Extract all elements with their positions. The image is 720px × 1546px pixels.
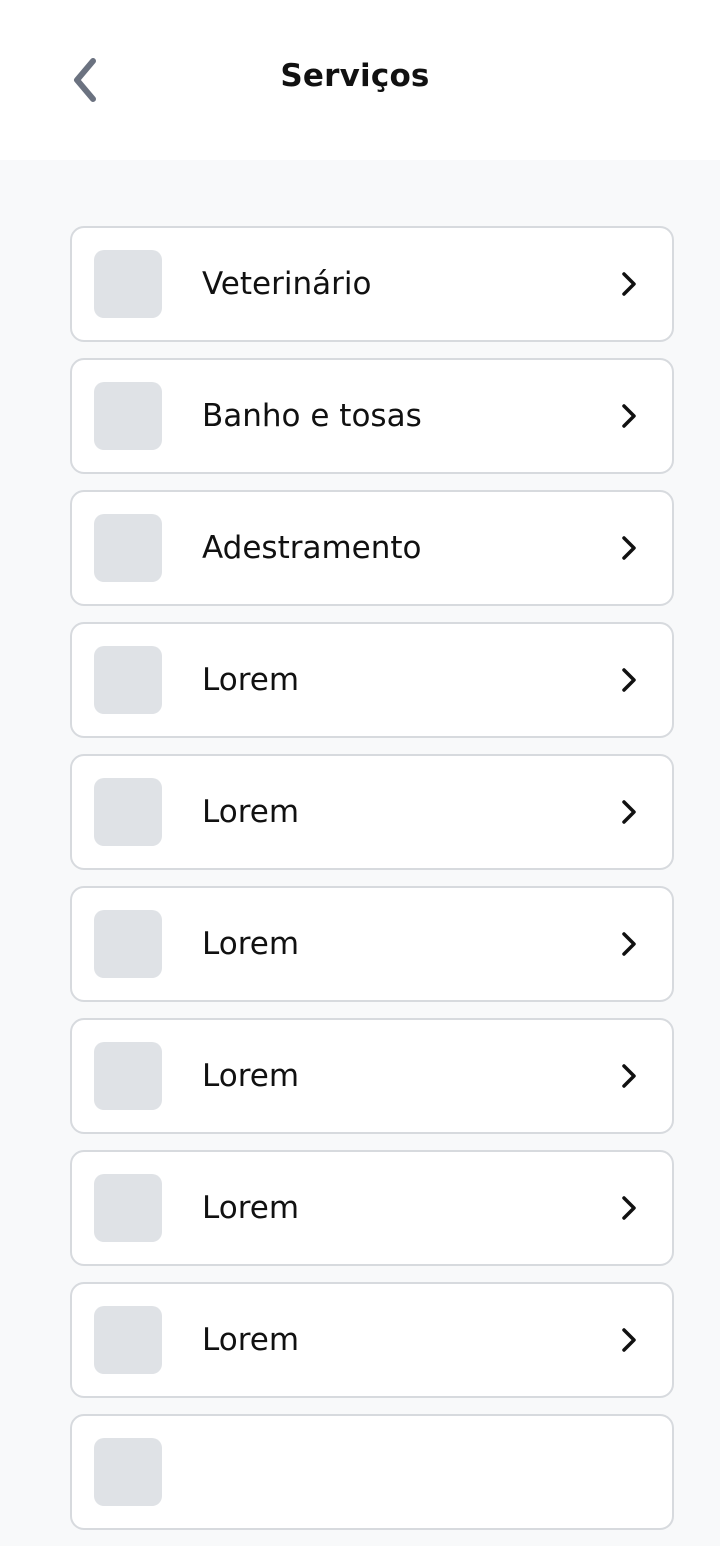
page-title: Serviços: [280, 58, 430, 94]
service-label: Lorem: [202, 1322, 300, 1358]
service-thumbnail: [94, 1042, 162, 1110]
chevron-right-icon: [616, 1325, 642, 1355]
service-label: Veterinário: [202, 266, 372, 302]
service-thumbnail: [94, 514, 162, 582]
service-item-veterinario[interactable]: Veterinário: [70, 226, 674, 342]
chevron-right-icon: [616, 1193, 642, 1223]
services-list: Veterinário Banho e tosas Adestramento L…: [70, 226, 674, 1546]
app-header: Serviços: [0, 0, 720, 160]
service-thumbnail: [94, 910, 162, 978]
service-item-adestramento[interactable]: Adestramento: [70, 490, 674, 606]
service-item-lorem[interactable]: Lorem: [70, 754, 674, 870]
service-thumbnail: [94, 250, 162, 318]
service-item-partial[interactable]: [70, 1414, 674, 1530]
chevron-right-icon: [616, 401, 642, 431]
chevron-right-icon: [616, 929, 642, 959]
chevron-right-icon: [616, 533, 642, 563]
service-item-lorem[interactable]: Lorem: [70, 1018, 674, 1134]
chevron-right-icon: [616, 797, 642, 827]
service-thumbnail: [94, 646, 162, 714]
service-thumbnail: [94, 778, 162, 846]
service-item-lorem[interactable]: Lorem: [70, 1150, 674, 1266]
service-label: Lorem: [202, 1190, 300, 1226]
service-thumbnail: [94, 382, 162, 450]
service-item-banho-e-tosas[interactable]: Banho e tosas: [70, 358, 674, 474]
service-label: Lorem: [202, 662, 300, 698]
service-label: Lorem: [202, 1058, 300, 1094]
service-item-lorem[interactable]: Lorem: [70, 886, 674, 1002]
service-label: Lorem: [202, 794, 300, 830]
chevron-right-icon: [616, 1061, 642, 1091]
service-thumbnail: [94, 1438, 162, 1506]
service-thumbnail: [94, 1306, 162, 1374]
chevron-right-icon: [616, 665, 642, 695]
service-thumbnail: [94, 1174, 162, 1242]
service-label: Banho e tosas: [202, 398, 422, 434]
chevron-right-icon: [616, 269, 642, 299]
service-item-lorem[interactable]: Lorem: [70, 1282, 674, 1398]
service-item-lorem[interactable]: Lorem: [70, 622, 674, 738]
service-label: Lorem: [202, 926, 300, 962]
service-label: Adestramento: [202, 530, 422, 566]
